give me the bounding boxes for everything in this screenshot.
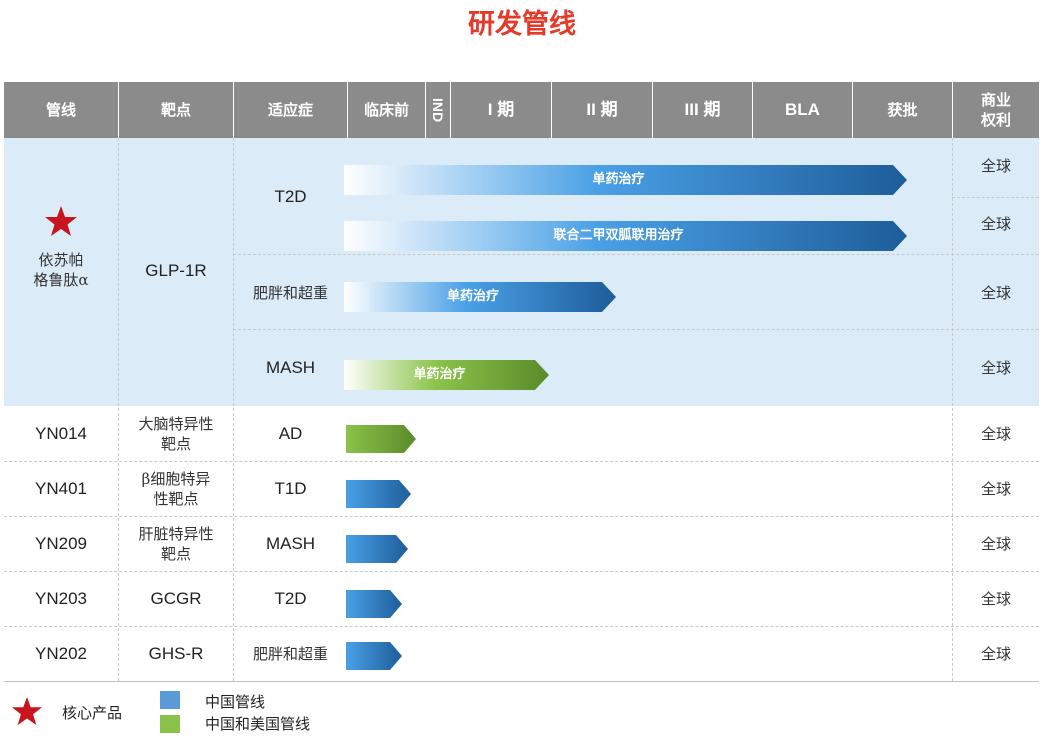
pipeline-bar-core-obesity: 单药治疗 (344, 282, 616, 312)
grid-line (233, 329, 1039, 330)
core-product-name: 依苏帕 格鲁肽α (33, 251, 89, 289)
header-ind: IND (426, 82, 450, 138)
row-target: 大脑特异性 靶点 (138, 414, 214, 453)
legend-china-label: 中国管线 (205, 693, 266, 711)
table-bottom-border (4, 681, 1039, 682)
pipeline-bar-core-t2d-combo: 联合二甲双胍联用治疗 (344, 221, 907, 251)
row-indication: MASH (265, 533, 316, 553)
rights-value: 全球 (980, 644, 1011, 663)
header-indication: 适应症 (234, 82, 347, 138)
header-rights: 商业 权利 (953, 82, 1039, 138)
grid-line (233, 254, 1039, 255)
grid-line (952, 197, 1039, 198)
pipeline-bar-yn209 (346, 535, 408, 565)
legend-china-us-swatch (160, 715, 180, 733)
pipeline-bar-yn203 (346, 590, 402, 620)
rights-value: 全球 (980, 157, 1011, 175)
bar-label: 单药治疗 (592, 172, 645, 187)
rights-value: 全球 (980, 534, 1011, 553)
header-pipeline: 管线 (4, 82, 118, 138)
row-name: YN401 (35, 478, 87, 498)
core-product-target: GLP-1R (145, 261, 207, 280)
row-target: GCGR (150, 588, 202, 608)
legend-core-label: 核心产品 (62, 704, 123, 722)
bar-label: 单药治疗 (413, 367, 466, 382)
pipeline-bar-core-mash: 单药治疗 (344, 360, 549, 390)
row-indication: T1D (274, 478, 307, 498)
rights-value: 全球 (980, 589, 1011, 608)
pipeline-bar-yn401 (346, 480, 411, 510)
header-target: 靶点 (119, 82, 233, 138)
rights-value: 全球 (980, 479, 1011, 498)
header-preclinical: 临床前 (348, 82, 425, 138)
row-target: 肝脏特异性 靶点 (138, 524, 214, 563)
legend-china-swatch (160, 691, 180, 709)
header-approved: 获批 (853, 82, 952, 138)
pipeline-bar-yn202 (346, 642, 402, 672)
core-indication-obesity: 肥胖和超重 (252, 284, 328, 302)
pipeline-bar-core-t2d-mono: 单药治疗 (344, 165, 907, 195)
row-target: GHS-R (148, 643, 204, 663)
legend-china-us-label: 中国和美国管线 (205, 715, 311, 733)
row-target: β细胞特异 性靶点 (141, 469, 211, 508)
core-star-icon (44, 205, 78, 242)
rights-value: 全球 (980, 284, 1011, 302)
header-phase1: I 期 (451, 82, 551, 138)
rights-value: 全球 (980, 424, 1011, 443)
core-indication-t2d: T2D (274, 187, 307, 206)
header-phase3: III 期 (653, 82, 752, 138)
header-phase2: II 期 (552, 82, 652, 138)
header-bla: BLA (753, 82, 852, 138)
core-indication-mash: MASH (265, 358, 316, 377)
row-name: YN014 (35, 423, 87, 443)
bar-label: 联合二甲双胍联用治疗 (553, 228, 684, 243)
legend-star-icon (11, 696, 43, 731)
header-ind-label: IND (430, 97, 446, 123)
rights-value: 全球 (980, 215, 1011, 233)
page-title: 研发管线 (468, 9, 576, 40)
row-indication: AD (278, 423, 303, 443)
row-name: YN202 (35, 643, 87, 663)
row-indication: 肥胖和超重 (252, 644, 328, 663)
row-indication: T2D (274, 588, 307, 608)
pipeline-bar-yn014 (346, 425, 416, 455)
rights-value: 全球 (980, 359, 1011, 377)
row-name: YN209 (35, 533, 87, 553)
bar-label: 单药治疗 (446, 289, 499, 304)
row-name: YN203 (35, 588, 87, 608)
